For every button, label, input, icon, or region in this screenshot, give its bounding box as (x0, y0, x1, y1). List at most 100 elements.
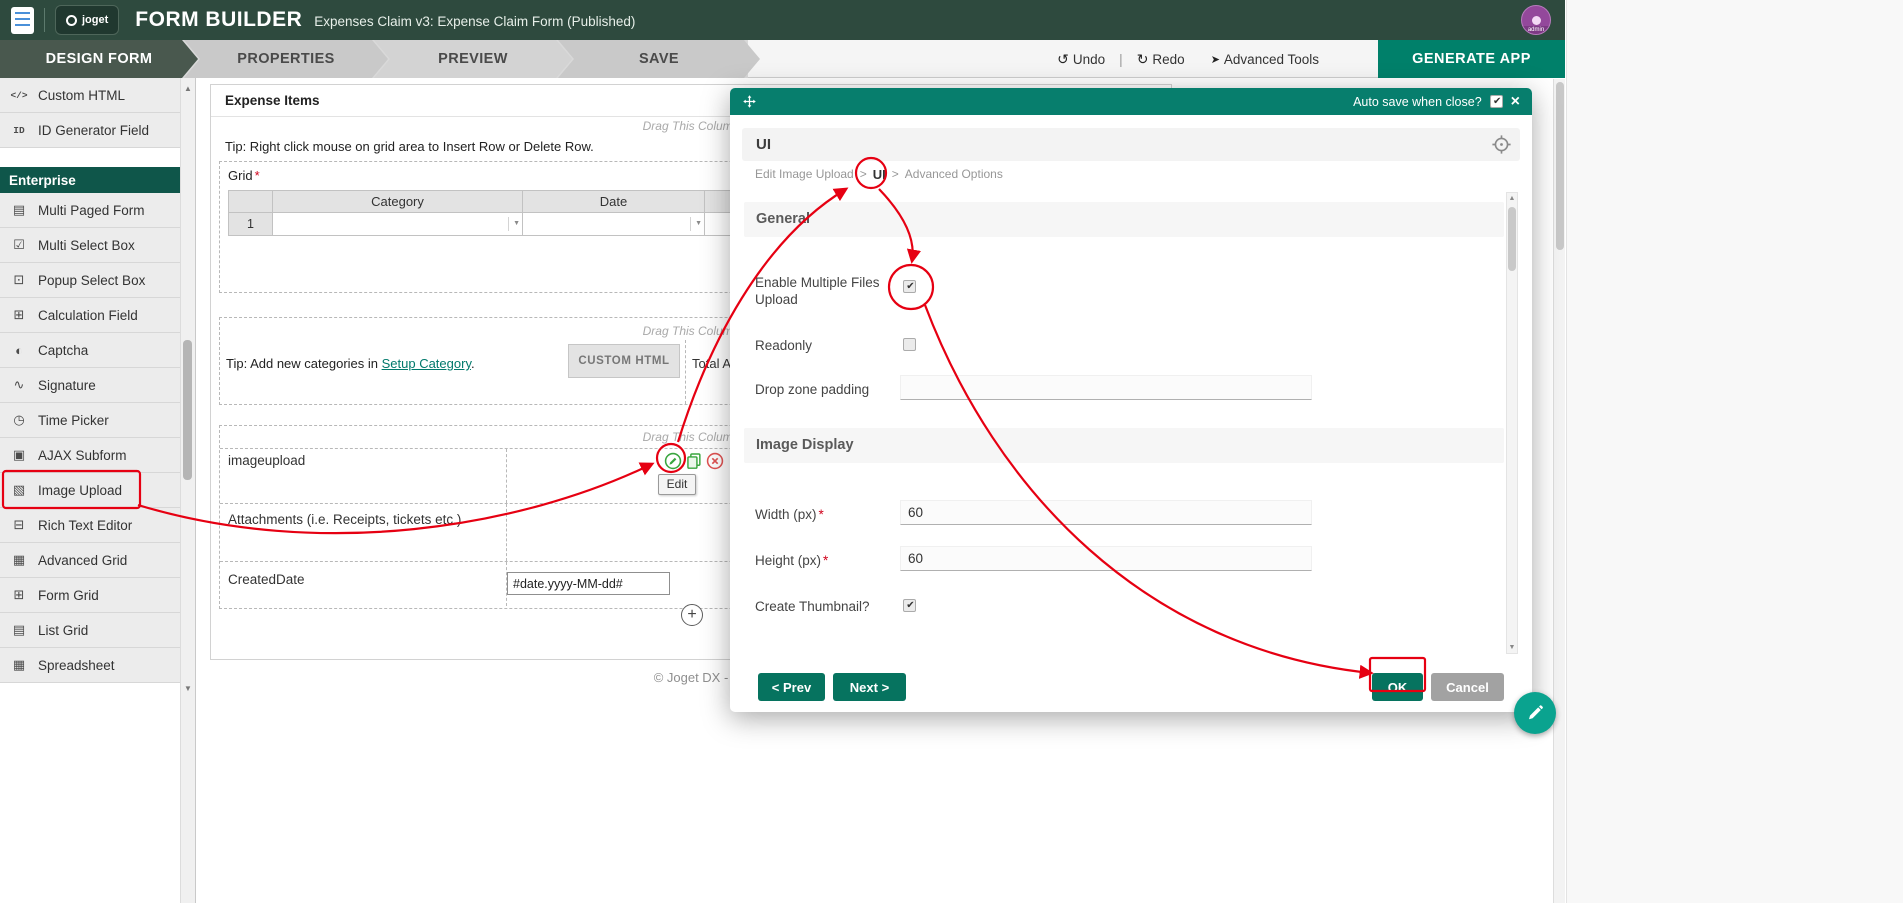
redo-button[interactable]: ↻ Redo (1137, 51, 1185, 68)
image-icon: ▧ (8, 482, 30, 498)
sidebar-item-spreadsheet[interactable]: ▦ Spreadsheet (0, 648, 181, 683)
joget-logo[interactable]: joget (55, 5, 119, 35)
cancel-button[interactable]: Cancel (1431, 673, 1504, 701)
delete-icon[interactable] (706, 452, 724, 470)
multifile-checkbox[interactable]: ✔ (903, 280, 916, 293)
sidebar-item-captcha[interactable]: ◐ Captcha (0, 333, 181, 368)
sidebar-item-popup-select-box[interactable]: ⊡ Popup Select Box (0, 263, 181, 298)
check-icon: ✔ (904, 280, 917, 293)
generate-app-button[interactable]: GENERATE APP (1378, 40, 1565, 78)
grid-col-date[interactable]: Date (523, 191, 705, 213)
autosave-checkbox[interactable]: ✔ (1490, 95, 1503, 108)
attachments-label: Attachments (i.e. Receipts, tickets etc.… (228, 512, 461, 527)
sidebar-item-rich-text-editor[interactable]: ⊟ Rich Text Editor (0, 508, 181, 543)
advanced-tools-button[interactable]: ➤ Advanced Tools (1211, 52, 1319, 67)
sidebar-item-custom-html[interactable]: </> Custom HTML (0, 78, 181, 113)
redo-icon: ↻ (1137, 51, 1149, 68)
tab-save[interactable]: SAVE (558, 40, 760, 78)
copy-icon[interactable] (685, 452, 703, 470)
close-icon[interactable]: × (1511, 95, 1520, 109)
multifile-label: Enable Multiple Files Upload (755, 274, 895, 308)
undo-icon: ↺ (1057, 51, 1069, 68)
readonly-checkbox[interactable] (903, 338, 916, 351)
sidebar-item-signature[interactable]: ∿ Signature (0, 368, 181, 403)
height-input[interactable] (900, 546, 1312, 571)
popup-select-box-icon: ⊡ (8, 272, 30, 288)
crosshair-icon[interactable] (1491, 134, 1512, 155)
thumbnail-checkbox[interactable]: ✔ (903, 599, 916, 612)
breadcrumb-advanced-options[interactable]: Advanced Options (905, 167, 1003, 181)
toolbar-tabs: DESIGN FORM PROPERTIES PREVIEW SAVE (0, 40, 760, 78)
toolbar: DESIGN FORM PROPERTIES PREVIEW SAVE ↺ Un… (0, 40, 1565, 78)
avatar-head-icon (1532, 16, 1541, 25)
next-button[interactable]: Next > (833, 673, 906, 701)
palette-gap (0, 148, 181, 167)
width-input[interactable] (900, 500, 1312, 525)
palette-list: </> Custom HTML ID ID Generator Field En… (0, 78, 181, 683)
element-palette: </> Custom HTML ID ID Generator Field En… (0, 78, 196, 903)
calculation-field-icon: ⊞ (8, 307, 30, 323)
sidebar-item-multi-select-box[interactable]: ☑ Multi Select Box (0, 228, 181, 263)
breadcrumb-ui[interactable]: UI (873, 167, 886, 182)
width-label: Width (px)* (755, 506, 895, 523)
clock-icon: ◷ (8, 412, 30, 428)
height-label: Height (px)* (755, 552, 895, 569)
palette-scrollbar[interactable]: ▲ ▼ (180, 78, 195, 903)
dialog-scrollbar[interactable]: ▲ ▼ (1506, 192, 1518, 654)
prev-button[interactable]: < Prev (758, 673, 825, 701)
page-scrollbar[interactable] (1553, 79, 1565, 903)
document-icon[interactable] (11, 7, 34, 34)
grid-col-category[interactable]: Category (273, 191, 523, 213)
avatar[interactable]: admin (1521, 5, 1551, 35)
tab-preview[interactable]: PREVIEW (374, 40, 572, 78)
undo-button[interactable]: ↺ Undo (1057, 51, 1105, 68)
category-select-cell[interactable]: ▼ (273, 213, 523, 236)
sidebar-item-list-grid[interactable]: ▤ List Grid (0, 613, 181, 648)
dropdown-arrow-icon[interactable]: ▼ (508, 217, 520, 231)
logo-ring-icon (66, 15, 77, 26)
dropzone-input[interactable] (900, 375, 1312, 400)
scroll-up-icon[interactable]: ▲ (181, 84, 195, 93)
breadcrumb-separator: > (860, 167, 867, 181)
tab-properties[interactable]: PROPERTIES (184, 40, 388, 78)
createddate-input[interactable] (507, 572, 670, 595)
sidebar-item-id-generator-field[interactable]: ID ID Generator Field (0, 113, 181, 148)
dialog-titlebar[interactable]: Auto save when close? ✔ × (730, 88, 1532, 115)
imageupload-label: imageupload (228, 453, 305, 468)
sidebar-item-advanced-grid[interactable]: ▦ Advanced Grid (0, 543, 181, 578)
move-icon[interactable] (742, 94, 757, 109)
scroll-down-icon[interactable]: ▼ (1507, 644, 1517, 651)
dropdown-arrow-icon[interactable]: ▼ (690, 217, 702, 231)
sidebar-item-time-picker[interactable]: ◷ Time Picker (0, 403, 181, 438)
palette-scrollbar-thumb[interactable] (183, 340, 192, 480)
tab-design-form[interactable]: DESIGN FORM (0, 40, 198, 78)
sidebar-item-calculation-field[interactable]: ⊞ Calculation Field (0, 298, 181, 333)
setup-category-link[interactable]: Setup Category (382, 356, 471, 371)
id-icon: ID (8, 125, 30, 136)
sidebar-item-multi-paged-form[interactable]: ▤ Multi Paged Form (0, 193, 181, 228)
scroll-down-icon[interactable]: ▼ (181, 684, 195, 693)
sidebar-item-ajax-subform[interactable]: ▣ AJAX Subform (0, 438, 181, 473)
sidebar-item-form-grid[interactable]: ⊞ Form Grid (0, 578, 181, 613)
sidebar-item-image-upload[interactable]: ▧ Image Upload (0, 473, 181, 508)
pencil-icon (1525, 703, 1545, 723)
dialog-scrollbar-thumb[interactable] (1508, 207, 1516, 271)
toolbar-right: ↺ Undo | ↻ Redo ➤ Advanced Tools (1057, 40, 1365, 78)
custom-html-placeholder[interactable]: CUSTOM HTML (568, 344, 680, 378)
createddate-label: CreatedDate (228, 572, 305, 587)
rich-text-icon: ⊟ (8, 517, 30, 533)
floating-edit-button[interactable] (1514, 692, 1556, 734)
breadcrumb-edit-image-upload[interactable]: Edit Image Upload (755, 167, 854, 181)
ok-button[interactable]: OK (1372, 673, 1423, 701)
page-scrollbar-thumb[interactable] (1556, 82, 1564, 250)
required-mark: * (255, 168, 260, 183)
edit-tooltip: Edit (658, 474, 696, 495)
date-select-cell[interactable]: ▼ (523, 213, 705, 236)
add-section-button[interactable]: + (681, 604, 703, 626)
dialog-title-bar: UI (742, 128, 1520, 161)
advanced-tools-arrow-icon: ➤ (1211, 53, 1220, 66)
edit-icon[interactable] (664, 452, 682, 470)
scroll-up-icon[interactable]: ▲ (1507, 195, 1517, 202)
page-subtitle: Expenses Claim v3: Expense Claim Form (P… (314, 14, 635, 29)
title-wrap: FORM BUILDER Expenses Claim v3: Expense … (135, 8, 635, 32)
